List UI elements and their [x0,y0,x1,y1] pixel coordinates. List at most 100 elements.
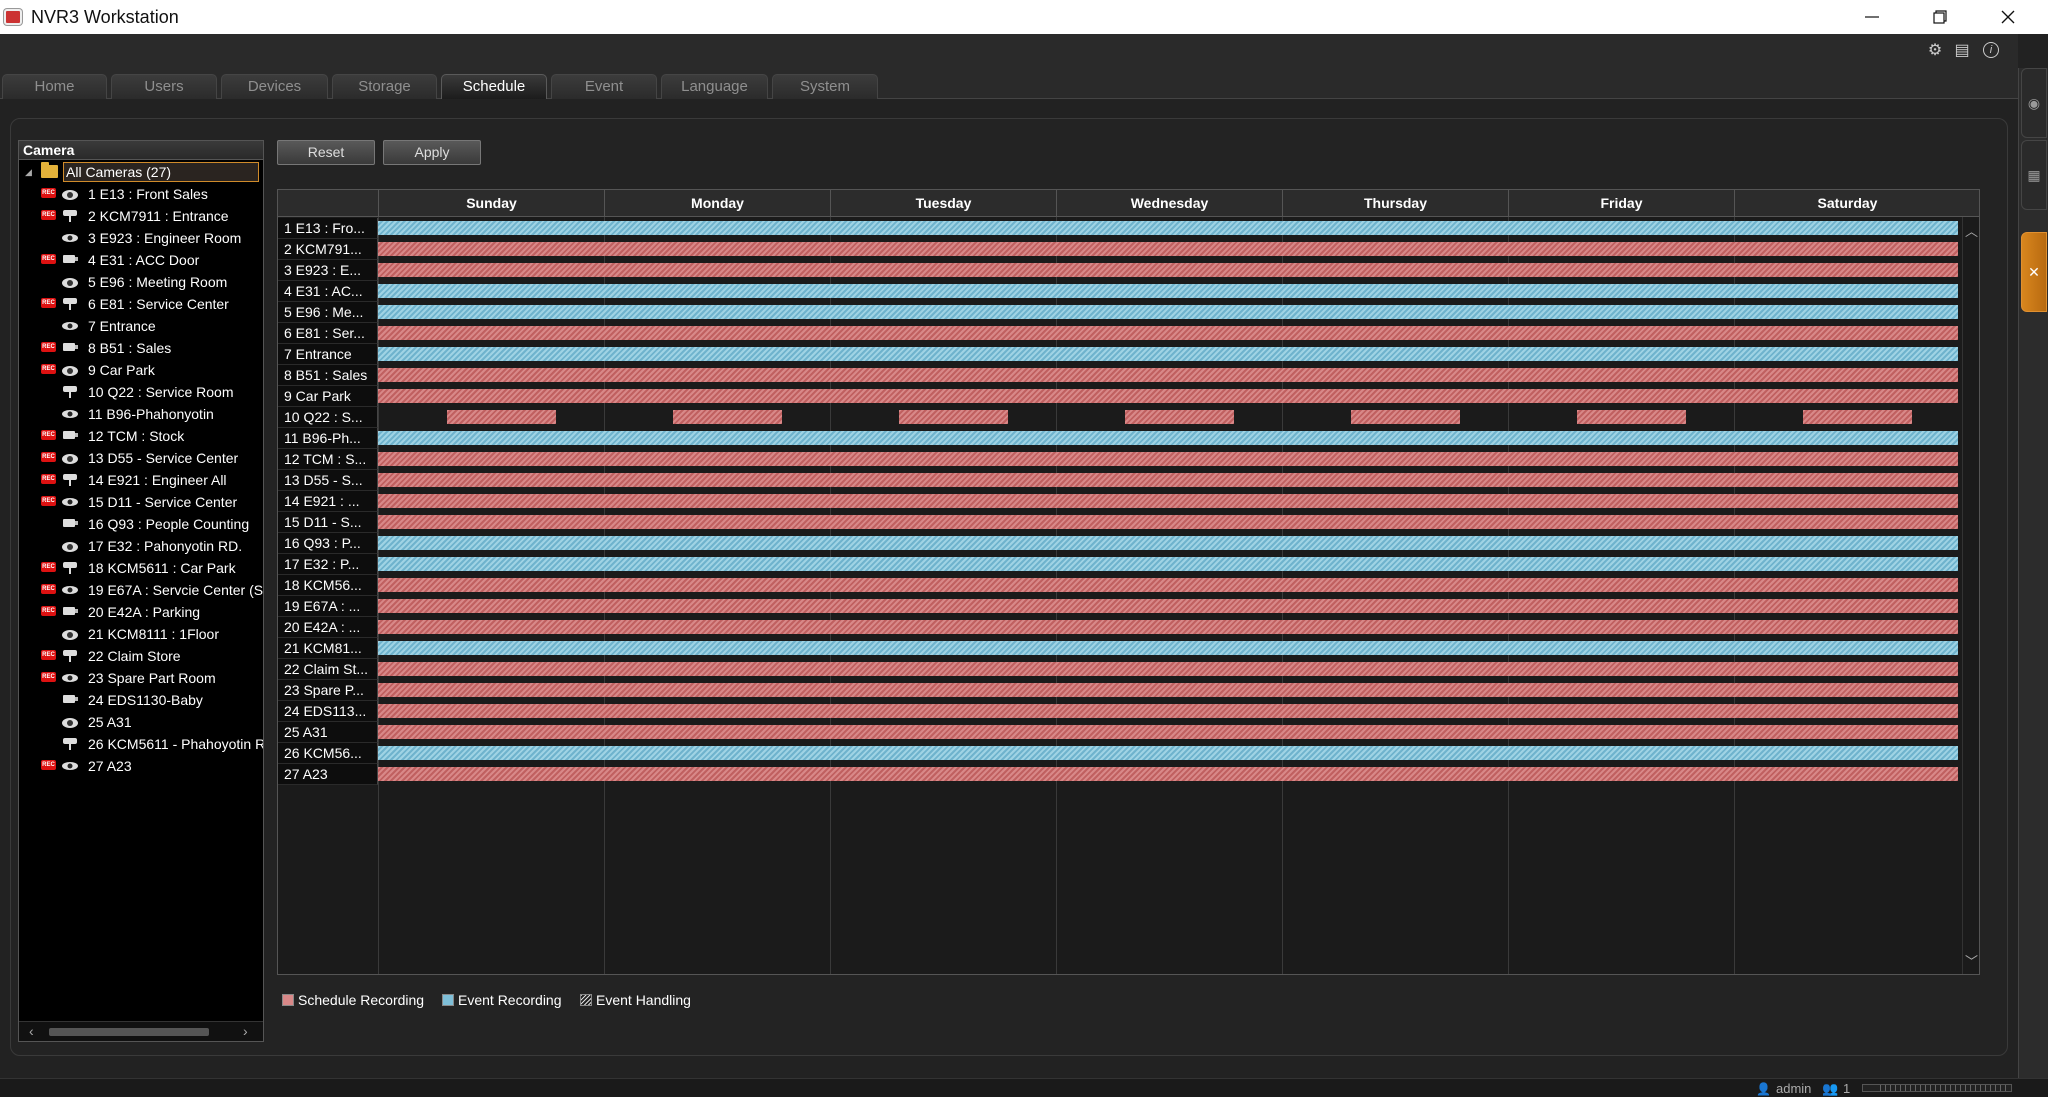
expand-arrow-icon[interactable]: ◢ [25,167,32,178]
minimize-button[interactable] [1842,0,1902,34]
schedule-bar[interactable] [1577,410,1686,424]
camera-item[interactable]: REC 27 A23 [19,755,263,777]
schedule-recording-bar[interactable] [378,704,1958,718]
tab-devices[interactable]: Devices [221,74,328,99]
scroll-thumb[interactable] [49,1028,209,1036]
camera-icon [62,278,78,288]
close-button[interactable] [1978,0,2038,34]
camera-item[interactable]: REC 8 B51 : Sales [19,337,263,359]
event-recording-bar[interactable] [378,536,1958,550]
schedule-bar[interactable] [1351,410,1460,424]
schedule-recording-bar[interactable] [378,767,1958,781]
tab-users[interactable]: Users [111,74,217,99]
event-recording-bar[interactable] [378,305,1958,319]
reset-button[interactable]: Reset [277,140,375,165]
all-cameras-label[interactable]: All Cameras (27) [63,162,259,182]
tab-language[interactable]: Language [661,74,768,99]
schedule-recording-bar[interactable] [378,662,1958,676]
schedule-recording-bar[interactable] [378,473,1958,487]
camera-item[interactable]: REC 9 Car Park [19,359,263,381]
tab-event[interactable]: Event [551,74,657,99]
schedule-recording-bar[interactable] [378,599,1958,613]
schedule-recording-bar[interactable] [378,620,1958,634]
camera-item[interactable]: REC 22 Claim Store [19,645,263,667]
schedule-recording-bar[interactable] [378,515,1958,529]
schedule-row-label: 2 KCM791... [278,239,378,260]
event-recording-bar[interactable] [378,641,1958,655]
folder-icon [41,162,58,178]
camera-item[interactable]: 17 E32 : Pahonyotin RD. [19,535,263,557]
schedule-recording-bar[interactable] [378,242,1958,256]
schedule-recording-bar[interactable] [378,389,1958,403]
camera-list-hscrollbar[interactable]: ‹ › [19,1021,263,1041]
camera-item[interactable]: REC 18 KCM5611 : Car Park [19,557,263,579]
scroll-right-icon[interactable]: › [243,1023,248,1039]
camera-item[interactable]: REC 15 D11 - Service Center [19,491,263,513]
info-icon[interactable]: i [1983,42,1999,58]
event-recording-bar[interactable] [378,221,1958,235]
schedule-recording-bar[interactable] [378,452,1958,466]
camera-item[interactable]: 16 Q93 : People Counting [19,513,263,535]
dock-playback-button[interactable]: ▦ [2021,140,2047,210]
handling-swatch [580,994,592,1006]
dock-setup-button[interactable]: ✕ [2021,232,2047,312]
schedule-bar[interactable] [673,410,782,424]
camera-item[interactable]: REC 13 D55 - Service Center [19,447,263,469]
camera-item[interactable]: 3 E923 : Engineer Room [19,227,263,249]
camera-item[interactable]: 5 E96 : Meeting Room [19,271,263,293]
schedule-row-label: 17 E32 : P... [278,554,378,575]
schedule-bar[interactable] [447,410,556,424]
schedule-recording-bar[interactable] [378,578,1958,592]
scroll-left-icon[interactable]: ‹ [29,1023,34,1039]
schedule-vscrollbar[interactable]: ︿ ﹀ [1962,217,1979,974]
camera-item[interactable]: REC 20 E42A : Parking [19,601,263,623]
camera-item[interactable]: REC 23 Spare Part Room [19,667,263,689]
event-recording-bar[interactable] [378,347,1958,361]
camera-item[interactable]: 25 A31 [19,711,263,733]
event-recording-bar[interactable] [378,431,1958,445]
event-recording-bar[interactable] [378,557,1958,571]
tree-root-all-cameras[interactable]: ◢ All Cameras (27) [19,161,263,183]
schedule-bar[interactable] [1803,410,1912,424]
schedule-recording-bar[interactable] [378,725,1958,739]
camera-item[interactable]: 21 KCM8111 : 1Floor [19,623,263,645]
gear-icon[interactable]: ⚙ [1926,42,1944,60]
camera-item[interactable]: REC 14 E921 : Engineer All [19,469,263,491]
apply-button[interactable]: Apply [383,140,481,165]
camera-item[interactable]: REC 2 KCM7911 : Entrance [19,205,263,227]
camera-panel-header: Camera [19,141,263,160]
event-recording-bar[interactable] [378,746,1958,760]
event-recording-bar[interactable] [378,284,1958,298]
day-header-monday: Monday [604,190,830,217]
schedule-recording-bar[interactable] [378,326,1958,340]
schedule-bar[interactable] [899,410,1008,424]
schedule-recording-bar[interactable] [378,263,1958,277]
document-icon[interactable]: ▤ [1953,42,1971,60]
day-header-thursday: Thursday [1282,190,1508,217]
schedule-recording-bar[interactable] [378,368,1958,382]
scroll-down-icon[interactable]: ﹀ [1965,951,1978,970]
tab-home[interactable]: Home [2,74,107,99]
camera-item[interactable]: 24 EDS1130-Baby [19,689,263,711]
rec-badge-icon: REC [41,606,56,616]
dock-live-view-button[interactable]: ◉ [2021,68,2047,138]
tab-storage[interactable]: Storage [332,74,437,99]
camera-item[interactable]: REC 19 E67A : Servcie Center (S [19,579,263,601]
scroll-up-icon[interactable]: ︿ [1965,221,1978,240]
schedule-bar[interactable] [1125,410,1234,424]
camera-item[interactable]: REC 6 E81 : Service Center [19,293,263,315]
camera-item[interactable]: 7 Entrance [19,315,263,337]
schedule-recording-bar[interactable] [378,683,1958,697]
tab-schedule[interactable]: Schedule [441,74,547,99]
camera-item[interactable]: 10 Q22 : Service Room [19,381,263,403]
camera-item[interactable]: REC 4 E31 : ACC Door [19,249,263,271]
camera-item[interactable]: 26 KCM5611 - Phahoyotin R [19,733,263,755]
schedule-row-label: 15 D11 - S... [278,512,378,533]
camera-item[interactable]: REC 12 TCM : Stock [19,425,263,447]
schedule-recording-bar[interactable] [378,494,1958,508]
camera-item[interactable]: 11 B96-Phahonyotin [19,403,263,425]
restore-button[interactable] [1910,0,1970,34]
camera-item[interactable]: REC 1 E13 : Front Sales [19,183,263,205]
camera-item-label: 20 E42A : Parking [88,604,201,620]
tab-system[interactable]: System [772,74,878,99]
